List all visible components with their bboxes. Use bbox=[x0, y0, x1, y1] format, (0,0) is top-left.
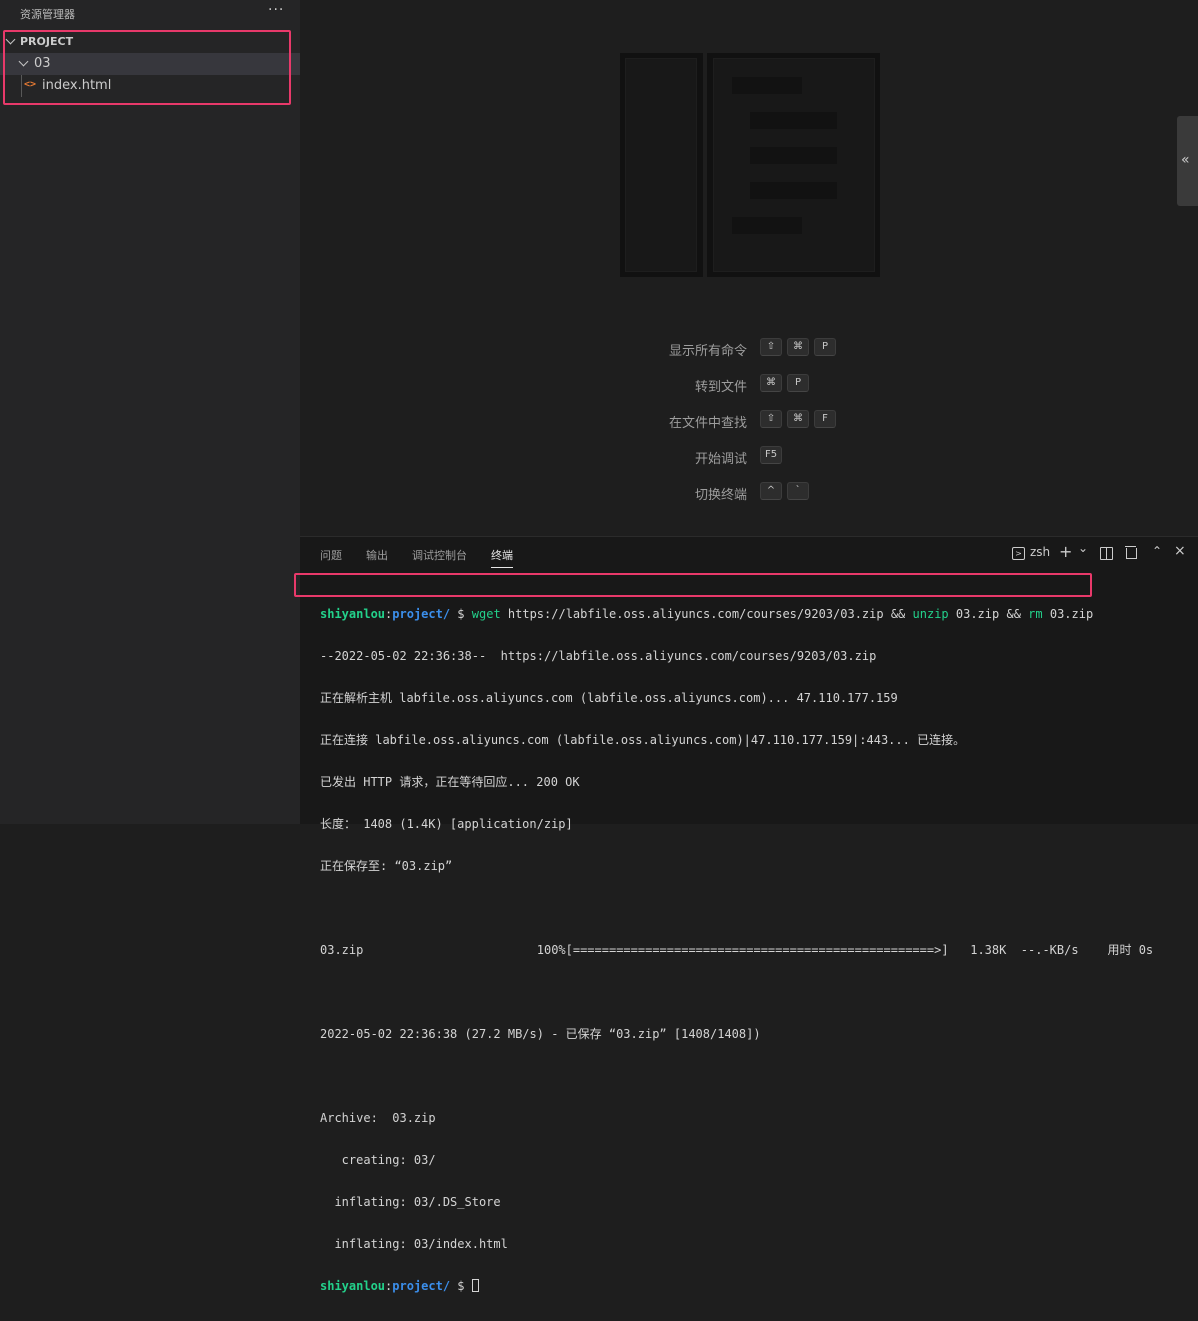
command-key: ⌘ bbox=[760, 374, 782, 392]
command-line: shiyanlou:project/ $ wget https://labfil… bbox=[320, 607, 1094, 621]
chevron-down-icon[interactable]: ⌄ bbox=[1078, 541, 1088, 555]
add-terminal-icon[interactable]: + bbox=[1059, 542, 1072, 561]
highlight-box bbox=[294, 573, 1092, 597]
collapse-panel-button[interactable]: « bbox=[1177, 116, 1198, 206]
p-key: P bbox=[787, 374, 809, 392]
highlight-box bbox=[3, 30, 291, 105]
prompt-line: shiyanlou:project/ $ bbox=[320, 1279, 1153, 1293]
shortcut-go-to-file: 转到文件 ⌘ P bbox=[300, 374, 1198, 395]
tab-terminal[interactable]: 终端 bbox=[491, 547, 513, 568]
shortcut-show-all-commands: 显示所有命令 ⇧ ⌘ P bbox=[300, 338, 1198, 359]
double-chevron-left-icon: « bbox=[1181, 152, 1190, 168]
explorer-sidebar: 资源管理器 ··· PROJECT 03 <> index.html bbox=[0, 0, 300, 824]
f-key: F bbox=[814, 410, 836, 428]
trash-icon[interactable] bbox=[1125, 546, 1137, 559]
close-panel-icon[interactable]: × bbox=[1174, 543, 1186, 559]
tab-debug-console[interactable]: 调试控制台 bbox=[412, 547, 467, 563]
backtick-key: ` bbox=[787, 482, 809, 500]
control-key: ^ bbox=[760, 482, 782, 500]
output-line: 正在解析主机 labfile.oss.aliyuncs.com (labfile… bbox=[320, 691, 898, 705]
maximize-panel-icon[interactable]: ⌃ bbox=[1152, 544, 1162, 558]
shortcut-find-in-files: 在文件中查找 ⇧ ⌘ F bbox=[300, 410, 1198, 431]
terminal-output[interactable]: shiyanlou:project/ $ wget https://labfil… bbox=[320, 579, 1153, 1321]
p-key: P bbox=[814, 338, 836, 356]
explorer-title: 资源管理器 bbox=[20, 8, 75, 21]
shortcut-start-debugging: 开始调试 F5 bbox=[300, 446, 1198, 467]
output-line: inflating: 03/index.html bbox=[320, 1237, 508, 1251]
output-line: 正在保存至: “03.zip” bbox=[320, 859, 453, 873]
f5-key: F5 bbox=[760, 446, 783, 464]
output-line: --2022-05-02 22:36:38-- https://labfile.… bbox=[320, 649, 877, 663]
more-actions-icon[interactable]: ··· bbox=[268, 2, 284, 18]
split-terminal-icon[interactable] bbox=[1100, 547, 1113, 560]
shift-key: ⇧ bbox=[760, 410, 782, 428]
terminal-cursor bbox=[471, 1279, 479, 1292]
tab-problems[interactable]: 问题 bbox=[320, 547, 342, 563]
shell-name[interactable]: zsh bbox=[1030, 545, 1050, 559]
output-line: 已发出 HTTP 请求，正在等待回应... 200 OK bbox=[320, 775, 580, 789]
output-line: inflating: 03/.DS_Store bbox=[320, 1195, 501, 1209]
command-key: ⌘ bbox=[787, 338, 809, 356]
output-line: Archive: 03.zip bbox=[320, 1111, 436, 1125]
output-line: creating: 03/ bbox=[320, 1153, 436, 1167]
tab-output[interactable]: 输出 bbox=[366, 547, 388, 563]
shortcut-toggle-terminal: 切换终端 ^ ` bbox=[300, 482, 1198, 503]
vscode-watermark-icon bbox=[620, 53, 880, 277]
shift-key: ⇧ bbox=[760, 338, 782, 356]
output-line: 2022-05-02 22:36:38 (27.2 MB/s) - 已保存 “0… bbox=[320, 1027, 761, 1041]
terminal-icon[interactable]: > bbox=[1012, 547, 1025, 560]
command-key: ⌘ bbox=[787, 410, 809, 428]
output-line: 03.zip 100%[============================… bbox=[320, 943, 1154, 957]
output-line: 正在连接 labfile.oss.aliyuncs.com (labfile.o… bbox=[320, 733, 966, 747]
output-line: 长度： 1408 (1.4K) [application/zip] bbox=[320, 817, 573, 831]
